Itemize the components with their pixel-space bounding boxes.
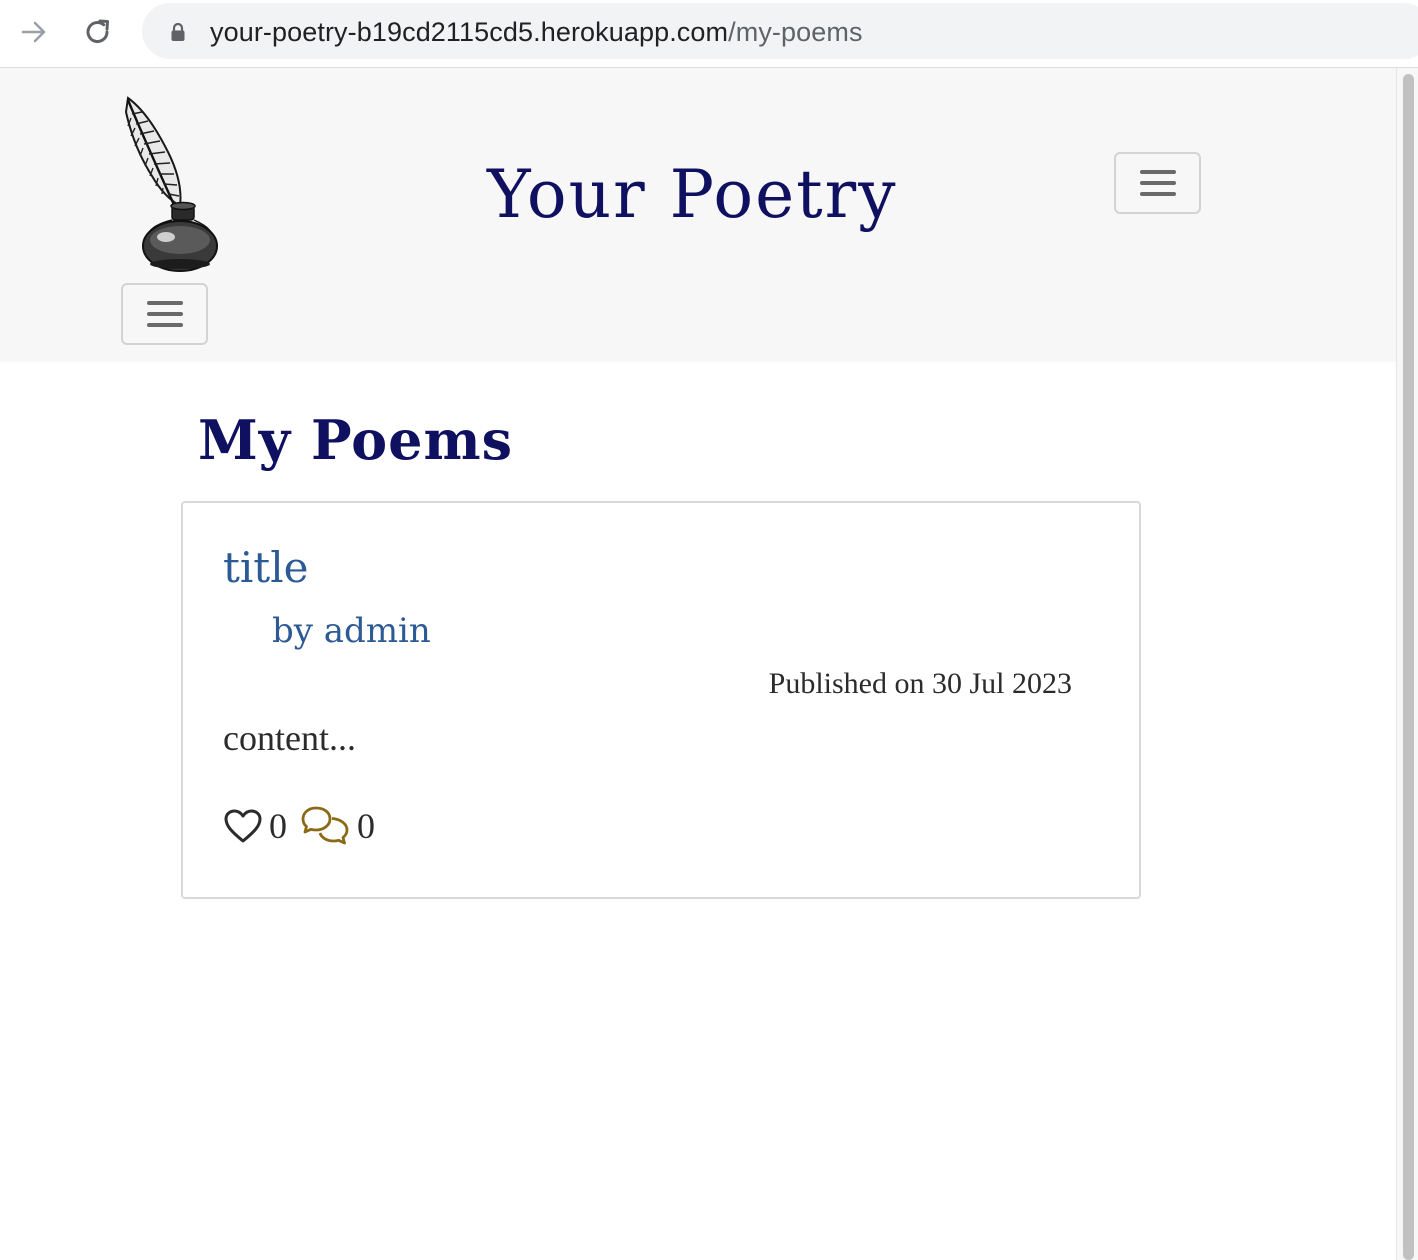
browser-toolbar: your-poetry-b19cd2115cd5.herokuapp.com/m… bbox=[0, 0, 1418, 68]
quill-inkwell-logo bbox=[124, 96, 218, 272]
published-date: Published on 30 Jul 2023 bbox=[768, 667, 1072, 700]
like-stat[interactable]: 0 bbox=[223, 805, 287, 847]
poem-stats: 0 0 bbox=[223, 805, 375, 847]
page-scrollbar[interactable] bbox=[1396, 68, 1418, 1260]
main-menu-toggle[interactable] bbox=[1114, 152, 1201, 214]
poem-card: title by admin Published on 30 Jul 2023 … bbox=[181, 501, 1141, 899]
comment-count: 0 bbox=[357, 806, 375, 846]
scrollbar-thumb[interactable] bbox=[1403, 74, 1414, 1260]
hamburger-icon-bar bbox=[146, 312, 183, 316]
secondary-menu-toggle[interactable] bbox=[121, 283, 208, 345]
poem-author-link[interactable]: by admin bbox=[272, 611, 431, 651]
url-path: /my-poems bbox=[728, 17, 863, 47]
site-brand[interactable]: Your Poetry bbox=[487, 156, 898, 233]
hamburger-icon-bar bbox=[1139, 181, 1176, 185]
url-host: your-poetry-b19cd2115cd5.herokuapp.com bbox=[210, 17, 729, 47]
poem-title-link[interactable]: title bbox=[223, 543, 308, 592]
hamburger-icon bbox=[1139, 170, 1176, 174]
forward-button[interactable] bbox=[12, 10, 56, 54]
hamburger-icon-bar bbox=[1139, 192, 1176, 196]
site-logo[interactable] bbox=[112, 94, 222, 274]
hamburger-icon bbox=[146, 301, 183, 305]
reload-icon bbox=[86, 19, 109, 43]
poem-excerpt: content... bbox=[223, 718, 356, 758]
heart-outline-icon[interactable] bbox=[223, 808, 263, 844]
chat-bubbles-icon[interactable] bbox=[301, 805, 351, 847]
reload-button[interactable] bbox=[76, 10, 120, 54]
like-count: 0 bbox=[269, 806, 287, 846]
url-text[interactable]: your-poetry-b19cd2115cd5.herokuapp.com/m… bbox=[210, 17, 863, 48]
lock-icon[interactable] bbox=[170, 22, 186, 42]
hamburger-icon-bar bbox=[146, 323, 183, 327]
arrow-right-icon bbox=[21, 21, 46, 43]
site-header: Your Poetry bbox=[0, 68, 1396, 362]
address-bar[interactable]: your-poetry-b19cd2115cd5.herokuapp.com/m… bbox=[142, 3, 1418, 59]
page-title: My Poems bbox=[198, 408, 514, 472]
comment-stat[interactable]: 0 bbox=[301, 805, 375, 847]
